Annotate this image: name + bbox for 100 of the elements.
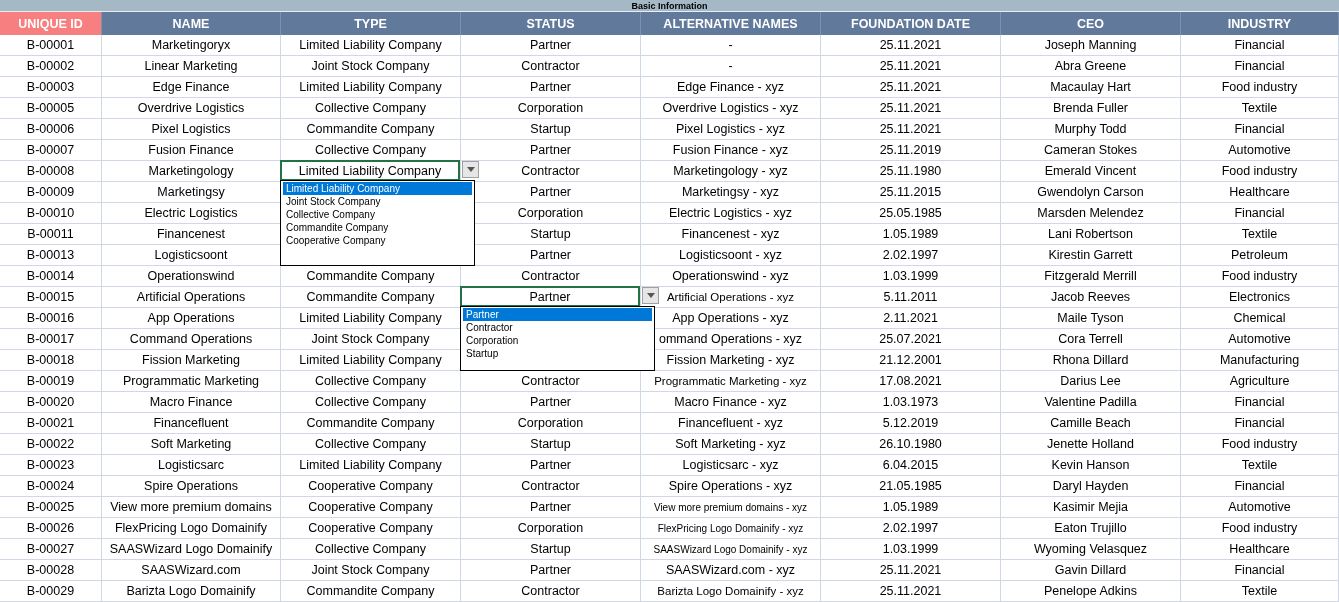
table-cell: Logisticsoont - xyz	[641, 245, 821, 266]
table-cell: Linear Marketing	[102, 56, 281, 77]
table-cell: 1.03.1973	[821, 392, 1001, 413]
column-header[interactable]: FOUNDATION DATE	[821, 12, 1001, 35]
table-cell: 1.03.1999	[821, 539, 1001, 560]
table-cell: Overdrive Logistics - xyz	[641, 98, 821, 119]
table-cell: Logisticsarc	[102, 455, 281, 476]
table-cell: Spire Operations - xyz	[641, 476, 821, 497]
column-header[interactable]: STATUS	[461, 12, 641, 35]
column-header[interactable]: ALTERNATIVE NAMES	[641, 12, 821, 35]
table-cell: Darius Lee	[1001, 371, 1181, 392]
table-cell: Fusion Finance	[102, 140, 281, 161]
table-cell: Textile	[1181, 224, 1339, 245]
table-cell: B-00013	[0, 245, 102, 266]
table-cell: SAASWizard.com - xyz	[641, 560, 821, 581]
table-cell: Financial	[1181, 203, 1339, 224]
table-cell: Food industry	[1181, 266, 1339, 287]
table-cell: Collective Company	[281, 539, 461, 560]
table-cell: 25.11.2021	[821, 98, 1001, 119]
table-cell: Contractor	[461, 476, 641, 497]
table-cell: 25.11.2021	[821, 77, 1001, 98]
caret-icon	[646, 293, 655, 298]
table-cell: Joint Stock Company	[281, 560, 461, 581]
table-cell: B-00011	[0, 224, 102, 245]
column-header[interactable]: UNIQUE ID	[0, 12, 102, 35]
table-cell: SAASWizard Logo Domainify - xyz	[641, 539, 821, 560]
table-cell: B-00017	[0, 329, 102, 350]
table-cell: Lani Robertson	[1001, 224, 1181, 245]
dropdown-option[interactable]: Limited Liability Company	[283, 182, 472, 195]
table-cell: Kirestin Garrett	[1001, 245, 1181, 266]
table-cell: Chemical	[1181, 308, 1339, 329]
dropdown-field[interactable]: Partner	[460, 286, 640, 307]
dropdown-arrow-button[interactable]	[642, 287, 659, 304]
table-cell: Contractor	[461, 161, 641, 182]
table-cell: Spire Operations	[102, 476, 281, 497]
table-cell: Textile	[1181, 98, 1339, 119]
table-cell: Corporation	[461, 518, 641, 539]
table-cell: B-00007	[0, 140, 102, 161]
column-header[interactable]: CEO	[1001, 12, 1181, 35]
table-cell: Overdrive Logistics	[102, 98, 281, 119]
table-cell: Operationswind	[102, 266, 281, 287]
table-cell: B-00025	[0, 497, 102, 518]
table-cell: 25.11.2021	[821, 119, 1001, 140]
table-cell: Brenda Fuller	[1001, 98, 1181, 119]
table-cell: Barizta Logo Domainify - xyz	[641, 581, 821, 602]
table-cell: 6.04.2015	[821, 455, 1001, 476]
table-cell: Barizta Logo Domainify	[102, 581, 281, 602]
table-cell: Soft Marketing - xyz	[641, 434, 821, 455]
table-cell: Macro Finance	[102, 392, 281, 413]
table-cell: Marketingoryx	[102, 35, 281, 56]
sheet-title: Basic Information	[631, 0, 708, 11]
table-cell: Joseph Manning	[1001, 35, 1181, 56]
table-cell: Fusion Finance - xyz	[641, 140, 821, 161]
table-cell: Soft Marketing	[102, 434, 281, 455]
table-cell: Startup	[461, 119, 641, 140]
table-cell: FlexPricing Logo Domainify	[102, 518, 281, 539]
dropdown-field[interactable]: Limited Liability Company	[280, 160, 460, 181]
table-cell: 25.11.2019	[821, 140, 1001, 161]
table-cell: Cameran Stokes	[1001, 140, 1181, 161]
table-cell: Pixel Logistics - xyz	[641, 119, 821, 140]
table-cell: Cora Terrell	[1001, 329, 1181, 350]
table-cell: App Operations	[102, 308, 281, 329]
table-cell: Macaulay Hart	[1001, 77, 1181, 98]
table-cell: Financefluent	[102, 413, 281, 434]
dropdown-option[interactable]: Partner	[463, 308, 652, 321]
table-cell: B-00005	[0, 98, 102, 119]
table-cell: Financial	[1181, 476, 1339, 497]
table-cell: 1.05.1989	[821, 224, 1001, 245]
table-cell: Cooperative Company	[281, 497, 461, 518]
table-cell: Financial	[1181, 560, 1339, 581]
table-cell: Macro Finance - xyz	[641, 392, 821, 413]
column-header[interactable]: NAME	[102, 12, 281, 35]
table-cell: SAASWizard.com	[102, 560, 281, 581]
table-cell: B-00026	[0, 518, 102, 539]
table-cell: Logisticsarc - xyz	[641, 455, 821, 476]
table-cell: Healthcare	[1181, 539, 1339, 560]
table-cell: -	[641, 56, 821, 77]
table-cell: Command Operations	[102, 329, 281, 350]
table-cell: Textile	[1181, 581, 1339, 602]
table-cell: Logisticsoont	[102, 245, 281, 266]
table-cell: Financial	[1181, 413, 1339, 434]
table-cell: Kasimir Mejia	[1001, 497, 1181, 518]
dropdown-arrow-button[interactable]	[462, 161, 479, 178]
table-cell: 1.03.1999	[821, 266, 1001, 287]
table-cell: B-00003	[0, 77, 102, 98]
table-cell: 25.11.2021	[821, 560, 1001, 581]
table-cell: 17.08.2021	[821, 371, 1001, 392]
table-cell: Joint Stock Company	[281, 56, 461, 77]
table-cell: Partner	[461, 77, 641, 98]
column-header[interactable]: INDUSTRY	[1181, 12, 1339, 35]
table-cell: Financial	[1181, 56, 1339, 77]
column-header[interactable]: TYPE	[281, 12, 461, 35]
table-cell: B-00021	[0, 413, 102, 434]
table-cell: Marketingology - xyz	[641, 161, 821, 182]
table-cell: Financial	[1181, 119, 1339, 140]
table-cell: SAASWizard Logo Domainify	[102, 539, 281, 560]
table-cell: -	[641, 35, 821, 56]
table-cell: B-00002	[0, 56, 102, 77]
table-cell: 1.05.1989	[821, 497, 1001, 518]
table-cell: Food industry	[1181, 161, 1339, 182]
